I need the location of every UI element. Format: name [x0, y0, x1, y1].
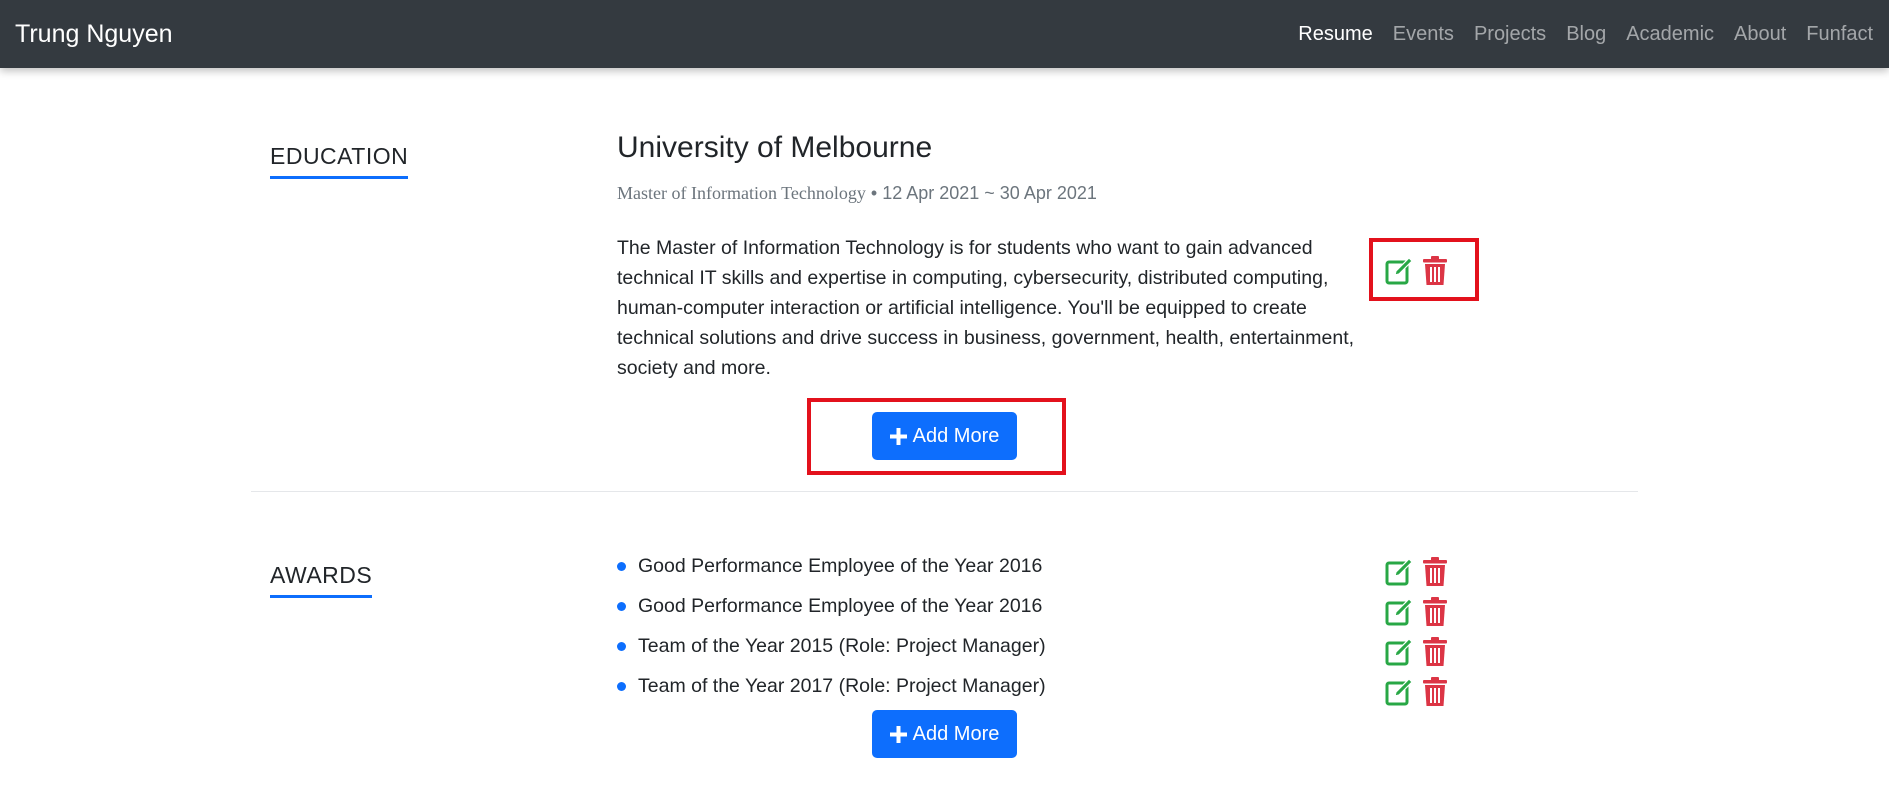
award-item: Good Performance Employee of the Year 20… — [617, 555, 1042, 578]
school-name: University of Melbourne — [617, 131, 933, 164]
trash-icon[interactable] — [1420, 256, 1450, 286]
awards-add-more-button[interactable]: Add More — [872, 710, 1017, 758]
award-actions — [1384, 677, 1450, 707]
add-more-label: Add More — [912, 722, 1000, 745]
add-more-label: Add More — [912, 424, 1000, 447]
top-navbar: Trung Nguyen Resume Events Projects Blog… — [0, 0, 1889, 68]
plus-icon — [889, 725, 907, 743]
award-text: Team of the Year 2017 (Role: Project Man… — [638, 675, 1046, 697]
award-text: Team of the Year 2015 (Role: Project Man… — [638, 635, 1046, 657]
bullet-dot — [617, 602, 626, 611]
nav-links: Resume Events Projects Blog Academic Abo… — [1278, 0, 1873, 68]
trash-icon[interactable] — [1420, 557, 1450, 587]
award-text: Good Performance Employee of the Year 20… — [638, 595, 1043, 617]
nav-link-blog[interactable]: Blog — [1566, 23, 1606, 46]
education-actions — [1384, 256, 1450, 286]
bullet-dot — [617, 642, 626, 651]
awards-section-title: AWARDS — [270, 562, 373, 598]
education-section-title: EDUCATION — [270, 143, 409, 179]
nav-link-about[interactable]: About — [1734, 23, 1786, 46]
nav-link-funfact[interactable]: Funfact — [1806, 23, 1873, 46]
bullet-dot — [617, 562, 626, 571]
award-actions — [1384, 637, 1450, 667]
degree-name: Master of Information Technology — [617, 183, 866, 203]
award-item: Team of the Year 2015 (Role: Project Man… — [617, 635, 1046, 658]
brand-name[interactable]: Trung Nguyen — [15, 0, 173, 68]
edit-icon[interactable] — [1384, 677, 1414, 707]
nav-link-projects[interactable]: Projects — [1474, 23, 1546, 46]
bullet-dot — [617, 682, 626, 691]
edit-icon[interactable] — [1384, 597, 1414, 627]
section-divider — [251, 491, 1638, 492]
edit-icon[interactable] — [1384, 557, 1414, 587]
nav-link-resume[interactable]: Resume — [1298, 23, 1372, 46]
edit-icon[interactable] — [1384, 637, 1414, 667]
degree-line: Master of Information Technology • 12 Ap… — [617, 183, 1097, 204]
trash-icon[interactable] — [1420, 597, 1450, 627]
award-actions — [1384, 557, 1450, 587]
nav-link-events[interactable]: Events — [1393, 23, 1454, 46]
award-item: Team of the Year 2017 (Role: Project Man… — [617, 675, 1046, 698]
award-text: Good Performance Employee of the Year 20… — [638, 555, 1043, 577]
trash-icon[interactable] — [1420, 637, 1450, 667]
nav-link-academic[interactable]: Academic — [1626, 23, 1714, 46]
education-description: The Master of Information Technology is … — [617, 237, 1355, 379]
edit-icon[interactable] — [1384, 256, 1414, 286]
trash-icon[interactable] — [1420, 677, 1450, 707]
award-actions — [1384, 597, 1450, 627]
award-item: Good Performance Employee of the Year 20… — [617, 595, 1042, 618]
education-dates: 12 Apr 2021 ~ 30 Apr 2021 — [882, 183, 1097, 203]
plus-icon — [889, 427, 907, 445]
separator-dot: • — [870, 183, 878, 203]
education-add-more-button[interactable]: Add More — [872, 412, 1017, 460]
